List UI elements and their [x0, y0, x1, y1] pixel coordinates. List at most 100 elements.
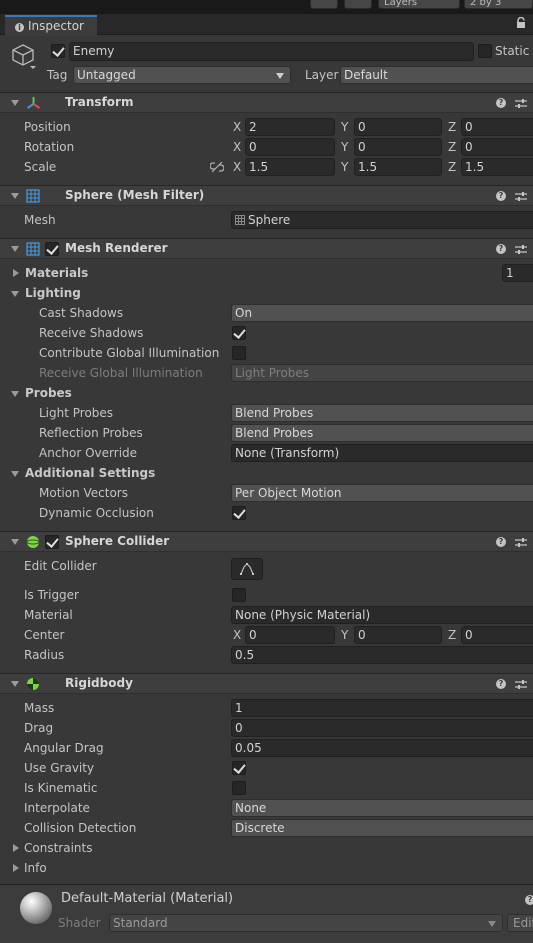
mesh-filter-title: Sphere (Mesh Filter) [65, 188, 205, 202]
receive-shadows-checkbox[interactable] [232, 326, 246, 340]
shader-edit-button[interactable]: Edit [507, 914, 533, 932]
search-button[interactable] [344, 0, 372, 9]
mesh-filter-header[interactable]: Sphere (Mesh Filter) ? [0, 185, 533, 206]
settings-sliders-icon[interactable] [515, 98, 527, 109]
angular-drag-input[interactable]: 0.05 [231, 739, 533, 757]
is-trigger-checkbox[interactable] [232, 588, 246, 602]
foldout-arrow-icon[interactable] [11, 100, 19, 106]
help-icon[interactable]: ? [496, 191, 506, 201]
foldout-arrow-icon[interactable] [11, 193, 19, 199]
motion-vectors-dropdown[interactable]: Per Object Motion [231, 484, 533, 502]
mesh-renderer-header[interactable]: Mesh Renderer ? [0, 238, 533, 259]
center-label: Center [24, 628, 65, 642]
rotation-x-input[interactable]: 0 [245, 138, 335, 156]
position-y-input[interactable]: 0 [354, 118, 442, 136]
gameobject-active-checkbox[interactable] [51, 44, 65, 58]
lock-icon[interactable] [516, 17, 526, 29]
edit-collider-button[interactable] [231, 558, 263, 580]
use-gravity-checkbox[interactable] [232, 761, 246, 775]
chevron-down-icon [276, 73, 284, 79]
foldout-arrow-icon[interactable] [11, 539, 19, 545]
collision-detection-dropdown[interactable]: Discrete [231, 819, 533, 837]
help-icon[interactable]: ? [525, 895, 533, 905]
help-icon[interactable]: ? [496, 537, 506, 547]
constraints-foldout-icon[interactable] [13, 844, 19, 852]
foldout-arrow-icon[interactable] [11, 681, 19, 687]
layer-value: Default [344, 68, 388, 82]
radius-input[interactable]: 0.5 [231, 646, 533, 664]
reflection-probes-dropdown[interactable]: Blend Probes [231, 424, 533, 442]
lighting-label[interactable]: Lighting [25, 285, 81, 301]
motion-vectors-label: Motion Vectors [39, 486, 128, 500]
is-kinematic-checkbox[interactable] [232, 781, 246, 795]
rotation-z-input[interactable]: 0 [461, 138, 533, 156]
sphere-collider-icon [26, 536, 40, 548]
rotation-y-input[interactable]: 0 [354, 138, 442, 156]
foldout-arrow-icon[interactable] [11, 246, 19, 252]
additional-settings-label[interactable]: Additional Settings [25, 465, 155, 481]
center-y-input[interactable]: 0 [354, 626, 442, 644]
layers-dropdown[interactable]: Layers [378, 0, 460, 9]
materials-label[interactable]: Materials [25, 265, 88, 281]
probes-label[interactable]: Probes [25, 385, 72, 401]
help-icon[interactable]: ? [496, 244, 506, 254]
settings-sliders-icon[interactable] [515, 191, 527, 202]
constraints-label[interactable]: Constraints [24, 840, 92, 856]
probes-foldout-icon[interactable] [11, 391, 19, 397]
help-icon[interactable]: ? [496, 98, 506, 108]
history-button[interactable] [310, 0, 338, 9]
materials-count-input[interactable]: 1 [502, 264, 533, 282]
contribute-gi-label: Contribute Global Illumination [39, 346, 220, 360]
center-z-input[interactable]: 0 [461, 626, 533, 644]
mesh-object-field[interactable]: Sphere [231, 211, 533, 229]
info-label[interactable]: Info [24, 860, 47, 876]
tab-inspector[interactable]: i Inspector [5, 15, 97, 36]
cast-shadows-dropdown[interactable]: On [231, 304, 533, 322]
mesh-filter-icon [26, 189, 40, 203]
position-x-input[interactable]: 2 [245, 118, 335, 136]
mass-input[interactable]: 1 [231, 699, 533, 717]
is-kinematic-label: Is Kinematic [24, 781, 98, 795]
settings-sliders-icon[interactable] [515, 537, 527, 548]
anchor-override-field[interactable]: None (Transform) [231, 444, 533, 462]
contribute-gi-checkbox[interactable] [232, 346, 246, 360]
layout-dropdown[interactable]: 2 by 3 [464, 0, 533, 9]
angular-drag-label: Angular Drag [24, 741, 104, 755]
layer-dropdown[interactable]: Default [340, 66, 533, 84]
material-preview-sphere[interactable] [20, 892, 52, 924]
settings-sliders-icon[interactable] [515, 679, 527, 690]
settings-sliders-icon[interactable] [515, 244, 527, 255]
shader-dropdown[interactable]: Standard [109, 914, 503, 932]
sphere-collider-header[interactable]: Sphere Collider ? [0, 531, 533, 552]
axis-x-label: X [233, 140, 242, 154]
transform-header[interactable]: Transform ? [0, 92, 533, 113]
info-icon: i [15, 23, 24, 32]
static-checkbox[interactable] [478, 44, 492, 58]
use-gravity-label: Use Gravity [24, 761, 95, 775]
help-icon[interactable]: ? [496, 679, 506, 689]
info-foldout-icon[interactable] [13, 864, 19, 872]
interpolate-dropdown[interactable]: None [231, 799, 533, 817]
scale-y-input[interactable]: 1.5 [354, 158, 442, 176]
collider-material-field[interactable]: None (Physic Material) [231, 606, 533, 624]
mesh-renderer-enabled-checkbox[interactable] [45, 242, 59, 256]
center-x-input[interactable]: 0 [245, 626, 335, 644]
static-label: Static [495, 44, 530, 58]
materials-foldout-icon[interactable] [13, 269, 19, 277]
scale-z-input[interactable]: 1.5 [461, 158, 533, 176]
additional-settings-foldout-icon[interactable] [11, 471, 19, 477]
position-z-input[interactable]: 0 [461, 118, 533, 136]
lighting-foldout-icon[interactable] [11, 291, 19, 297]
drag-input[interactable]: 0 [231, 719, 533, 737]
scale-x-input[interactable]: 1.5 [245, 158, 335, 176]
rigidbody-header[interactable]: Rigidbody ? [0, 673, 533, 694]
gameobject-name-input[interactable]: Enemy [69, 42, 474, 61]
axis-z-label: Z [448, 140, 457, 154]
tag-dropdown[interactable]: Untagged [73, 66, 291, 84]
light-probes-dropdown[interactable]: Blend Probes [231, 404, 533, 422]
unlink-icon[interactable] [210, 161, 224, 173]
axis-x-label: X [233, 160, 242, 174]
sphere-collider-enabled-checkbox[interactable] [45, 535, 59, 549]
dynamic-occlusion-checkbox[interactable] [232, 506, 246, 520]
cast-shadows-label: Cast Shadows [39, 306, 124, 320]
